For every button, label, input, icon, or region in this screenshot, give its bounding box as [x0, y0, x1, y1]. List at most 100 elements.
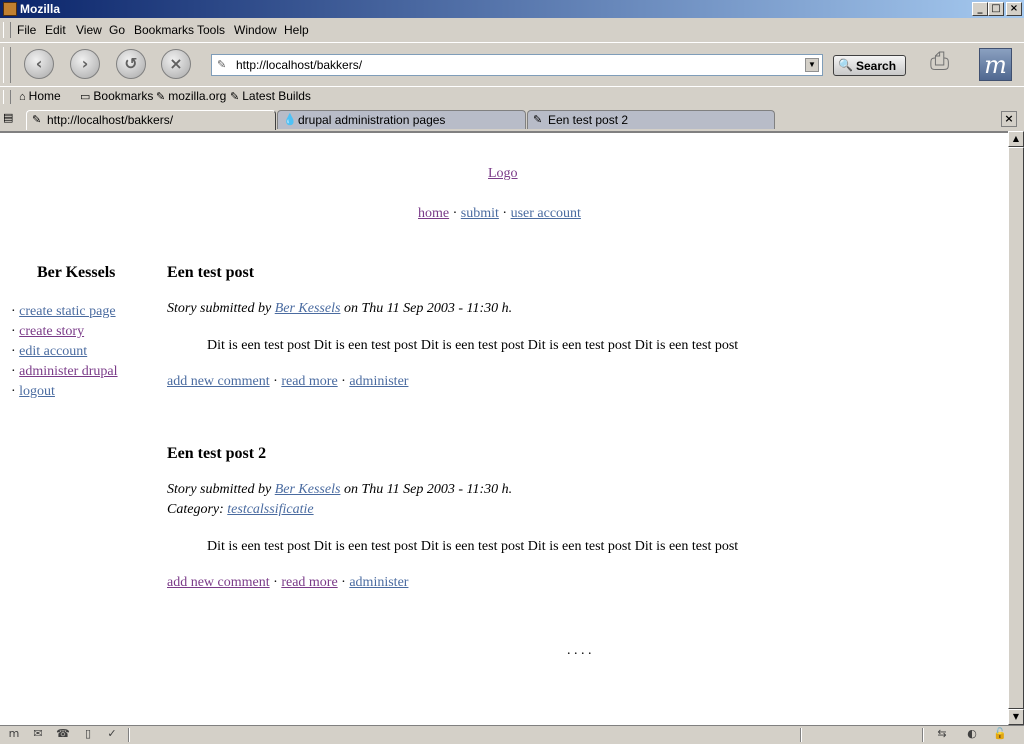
url-dropdown-button[interactable]: ▼: [805, 58, 819, 72]
bullet: ·: [11, 384, 16, 399]
status-divider: [800, 728, 802, 742]
sidebar-item: · create story: [11, 322, 118, 342]
address-book-icon[interactable]: ✓: [104, 727, 120, 742]
mail-icon[interactable]: ✉: [30, 727, 46, 742]
add-new-comment-link[interactable]: add new comment: [167, 575, 270, 590]
sidebar-item: · administer drupal: [11, 362, 118, 382]
administer-drupal-link[interactable]: administer drupal: [19, 364, 117, 379]
bookmark-home[interactable]: ⌂ Home: [19, 89, 61, 103]
submitted-date: on Thu 11 Sep 2003 - 11:30 h.: [343, 482, 513, 497]
toolbar-grip[interactable]: [3, 22, 11, 38]
bookmark-bookmarks[interactable]: ▭ Bookmarks: [80, 89, 153, 103]
navigator-icon[interactable]: m: [6, 727, 22, 742]
menu-tools[interactable]: Tools: [197, 23, 225, 37]
new-tab-icon[interactable]: ▤: [3, 111, 19, 127]
bookmark-page-icon: ✎: [230, 91, 240, 103]
stop-icon[interactable]: ×: [161, 49, 191, 79]
tab-een-test-post-2[interactable]: ✎ Een test post 2: [527, 110, 775, 129]
scroll-thumb[interactable]: [1008, 147, 1024, 709]
add-new-comment-link[interactable]: add new comment: [167, 374, 270, 389]
category-link[interactable]: testcalssificatie: [227, 502, 313, 517]
post-links: add new comment · read more · administer: [167, 374, 408, 390]
chat-icon[interactable]: ☎: [55, 727, 71, 742]
submitted-prefix: Story submitted by: [167, 301, 272, 316]
reload-icon[interactable]: ↺: [116, 49, 146, 79]
online-status-icon[interactable]: ⇆: [934, 727, 950, 742]
security-lock-icon[interactable]: 🔓: [992, 727, 1008, 742]
sidebar-item: · create static page: [11, 302, 118, 322]
post-submitted: Story submitted by Ber Kessels on Thu 11…: [167, 482, 512, 498]
menu-file[interactable]: File: [17, 23, 36, 37]
page-icon: ✎: [217, 59, 227, 71]
pager: . . . .: [567, 643, 592, 658]
scroll-up-arrow-icon[interactable]: ▲: [1008, 131, 1024, 147]
create-story-link[interactable]: create story: [19, 324, 84, 339]
post-title[interactable]: Een test post 2: [167, 445, 266, 463]
bookmark-page-icon: ✎: [156, 91, 166, 103]
toolbar-grip[interactable]: [3, 90, 11, 104]
logo-link[interactable]: Logo: [488, 166, 518, 182]
forward-arrow-icon[interactable]: ›: [70, 49, 100, 79]
bookmark-mozilla-org[interactable]: ✎ mozilla.org: [156, 89, 226, 103]
tab-localhost-bakkers[interactable]: ✎ http://localhost/bakkers/: [26, 110, 276, 130]
separator: ·: [452, 206, 458, 221]
create-static-page-link[interactable]: create static page: [19, 304, 115, 319]
url-bar[interactable]: ✎ http://localhost/bakkers/ ▼: [211, 54, 823, 76]
vertical-scrollbar[interactable]: ▲ ▼: [1008, 131, 1024, 725]
nav-submit-link[interactable]: submit: [461, 206, 499, 221]
bookmark-label: Bookmarks: [93, 89, 154, 103]
primary-links: home · submit · user account: [418, 206, 581, 222]
author-link[interactable]: Ber Kessels: [275, 301, 341, 316]
print-icon[interactable]: ⎙: [930, 47, 964, 81]
mozilla-throbber-logo[interactable]: m: [979, 48, 1012, 81]
nav-user-account-link[interactable]: user account: [511, 206, 581, 221]
post-title[interactable]: Een test post: [167, 264, 254, 282]
read-more-link[interactable]: read more: [281, 374, 337, 389]
folder-icon: ▭: [80, 91, 91, 103]
menu-help[interactable]: Help: [284, 23, 309, 37]
search-button[interactable]: 🔍 Search: [833, 55, 906, 76]
tab-drupal-administration[interactable]: 💧 drupal administration pages: [277, 110, 526, 129]
sidebar-title: Ber Kessels: [37, 264, 116, 281]
maximize-button[interactable]: □: [988, 2, 1004, 16]
bullet: ·: [11, 344, 16, 359]
separator: ·: [341, 374, 346, 389]
administer-link[interactable]: administer: [349, 575, 408, 590]
post-body: Dit is een test post Dit is een test pos…: [207, 539, 739, 554]
window-titlebar: Mozilla _ □ ×: [0, 0, 1024, 18]
menu-edit[interactable]: Edit: [45, 23, 66, 37]
page-icon: ✎: [32, 114, 42, 126]
administer-link[interactable]: administer: [349, 374, 408, 389]
url-text[interactable]: http://localhost/bakkers/: [236, 58, 362, 72]
page-icon: ✎: [533, 114, 543, 126]
minimize-button[interactable]: _: [972, 2, 988, 16]
category-label: Category:: [167, 502, 224, 517]
nav-home-link[interactable]: home: [418, 206, 449, 221]
author-link[interactable]: Ber Kessels: [275, 482, 341, 497]
bullet: ·: [11, 324, 16, 339]
back-arrow-icon[interactable]: ‹: [24, 49, 54, 79]
sidebar-item: · logout: [11, 382, 118, 402]
composer-icon[interactable]: ▯: [80, 727, 96, 742]
close-tab-icon[interactable]: ×: [1001, 111, 1017, 127]
magnifier-icon: 🔍: [838, 58, 853, 72]
menu-go[interactable]: Go: [109, 23, 125, 37]
menu-bar: File Edit View Go Bookmarks Tools Window…: [0, 19, 1024, 41]
post-links: add new comment · read more · administer: [167, 575, 408, 591]
toolbar-grip[interactable]: [3, 47, 11, 83]
drupal-icon: 💧: [283, 114, 297, 126]
close-window-button[interactable]: ×: [1006, 2, 1022, 16]
separator: ·: [341, 575, 346, 590]
separator: ·: [502, 206, 508, 221]
edit-account-link[interactable]: edit account: [19, 344, 87, 359]
submitted-date: on Thu 11 Sep 2003 - 11:30 h.: [343, 301, 513, 316]
bookmark-label: mozilla.org: [168, 89, 227, 103]
menu-bookmarks[interactable]: Bookmarks: [134, 23, 194, 37]
bookmark-latest-builds[interactable]: ✎ Latest Builds: [230, 89, 311, 103]
menu-window[interactable]: Window: [234, 23, 277, 37]
menu-view[interactable]: View: [76, 23, 102, 37]
read-more-link[interactable]: read more: [281, 575, 337, 590]
logout-link[interactable]: logout: [19, 384, 55, 399]
scroll-down-arrow-icon[interactable]: ▼: [1008, 709, 1024, 725]
popup-blocker-icon[interactable]: ◐: [964, 727, 980, 742]
